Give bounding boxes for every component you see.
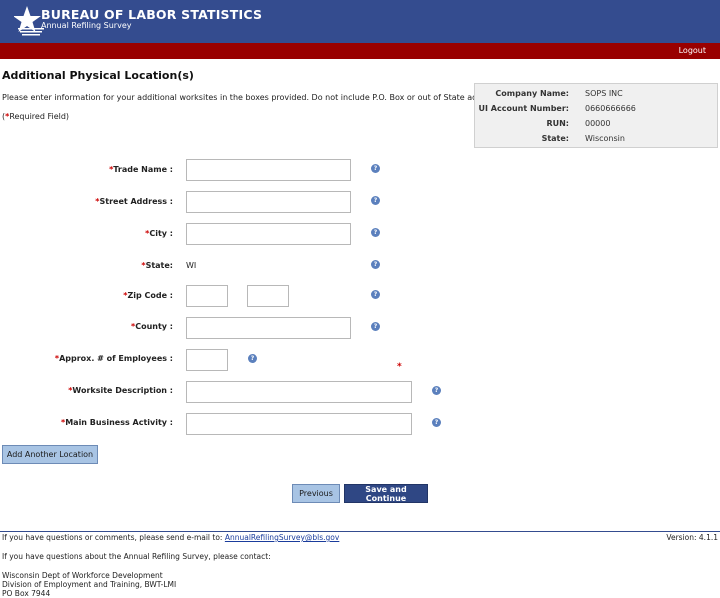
site-subtitle: Annual Refiling Survey (41, 21, 132, 30)
worksite-description-input[interactable] (186, 381, 412, 403)
email-link[interactable]: AnnualRefilingSurvey@bls.gov (225, 533, 339, 542)
help-icon[interactable]: ? (432, 386, 441, 395)
info-row-state: State: Wisconsin (475, 134, 717, 146)
street-address-input[interactable] (186, 191, 351, 213)
page-title: Additional Physical Location(s) (2, 69, 194, 82)
county-input[interactable] (186, 317, 351, 339)
info-value: Wisconsin (585, 134, 625, 143)
address-line: PO Box 7944 (2, 589, 51, 598)
main-business-activity-label: *Main Business Activity : (61, 418, 173, 427)
previous-button[interactable]: Previous (292, 484, 340, 503)
address-line: Wisconsin Dept of Workforce Development (2, 571, 163, 580)
footer-questions: If you have questions or comments, pleas… (2, 533, 340, 542)
version-label: Version: 4.1.1 (666, 533, 718, 542)
info-value: 0660666666 (585, 104, 636, 113)
zip-code-label: *Zip Code : (123, 291, 173, 300)
help-icon[interactable]: ? (371, 260, 380, 269)
help-icon[interactable]: ? (371, 196, 380, 205)
employees-input[interactable] (186, 349, 228, 371)
help-icon[interactable]: ? (371, 228, 380, 237)
zip-extension-input[interactable] (247, 285, 289, 307)
trade-name-input[interactable] (186, 159, 351, 181)
street-address-label: *Street Address : (95, 197, 173, 206)
info-label: UI Account Number: (478, 104, 569, 113)
info-label: RUN: (546, 119, 569, 128)
info-row-ui-account: UI Account Number: 0660666666 (475, 104, 717, 116)
info-value: SOPS INC (585, 89, 623, 98)
address-line: Division of Employment and Training, BWT… (2, 580, 177, 589)
help-icon[interactable]: ? (248, 354, 257, 363)
info-row-company: Company Name: SOPS INC (475, 89, 717, 101)
county-label: *County : (131, 322, 173, 331)
page-instructions: Please enter information for your additi… (2, 93, 511, 102)
help-icon[interactable]: ? (432, 418, 441, 427)
site-header: BUREAU OF LABOR STATISTICS Annual Refili… (0, 0, 720, 43)
account-info-panel: Company Name: SOPS INC UI Account Number… (474, 83, 718, 148)
site-brand: BUREAU OF LABOR STATISTICS (41, 7, 263, 22)
help-icon[interactable]: ? (371, 164, 380, 173)
info-label: State: (541, 134, 569, 143)
worksite-description-label: *Worksite Description : (68, 386, 173, 395)
zip-code-input[interactable] (186, 285, 228, 307)
info-label: Company Name: (495, 89, 569, 98)
state-label: *State: (141, 261, 173, 270)
help-icon[interactable]: ? (371, 290, 380, 299)
trade-name-label: *Trade Name : (109, 165, 173, 174)
nav-bar: Logout (0, 43, 720, 59)
save-and-continue-button[interactable]: Save and Continue (344, 484, 428, 503)
logout-link[interactable]: Logout (679, 46, 706, 55)
required-star: * (397, 362, 402, 372)
required-field-note: (*Required Field) (2, 112, 70, 121)
footer-divider (0, 531, 720, 532)
info-row-run: RUN: 00000 (475, 119, 717, 131)
state-value: WI (186, 261, 197, 270)
employees-label: *Approx. # of Employees : (54, 354, 173, 363)
info-value: 00000 (585, 119, 611, 128)
city-input[interactable] (186, 223, 351, 245)
city-label: *City : (145, 229, 173, 238)
add-another-location-button[interactable]: Add Another Location (2, 445, 98, 464)
footer-contact: If you have questions about the Annual R… (2, 552, 271, 561)
main-business-activity-input[interactable] (186, 413, 412, 435)
help-icon[interactable]: ? (371, 322, 380, 331)
